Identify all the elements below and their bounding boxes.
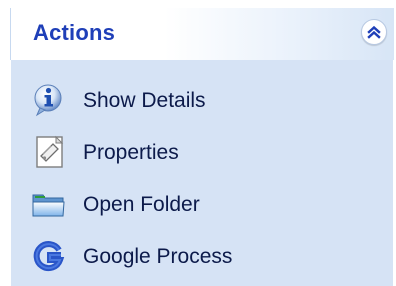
collapse-button[interactable] [361, 19, 387, 45]
panel-header[interactable]: Actions [10, 8, 394, 60]
google-icon [33, 241, 65, 272]
double-chevron-up-icon [367, 25, 381, 39]
properties-icon [36, 135, 64, 168]
panel-title: Actions [33, 20, 116, 45]
info-icon [34, 84, 62, 117]
folder-icon [32, 194, 65, 217]
action-properties[interactable]: Properties [31, 130, 371, 174]
action-label: Show Details [83, 89, 206, 112]
action-label: Open Folder [83, 193, 200, 216]
action-google-process[interactable]: Google Process [31, 234, 371, 278]
action-open-folder[interactable]: Open Folder [31, 182, 371, 226]
action-show-details[interactable]: Show Details [31, 78, 371, 122]
action-label: Properties [83, 141, 179, 164]
action-label: Google Process [83, 245, 233, 268]
panel-body: Show Details Properties Open Folder Goog… [10, 60, 394, 286]
actions-panel: Actions Show Details Properties Open Fol… [10, 8, 394, 286]
